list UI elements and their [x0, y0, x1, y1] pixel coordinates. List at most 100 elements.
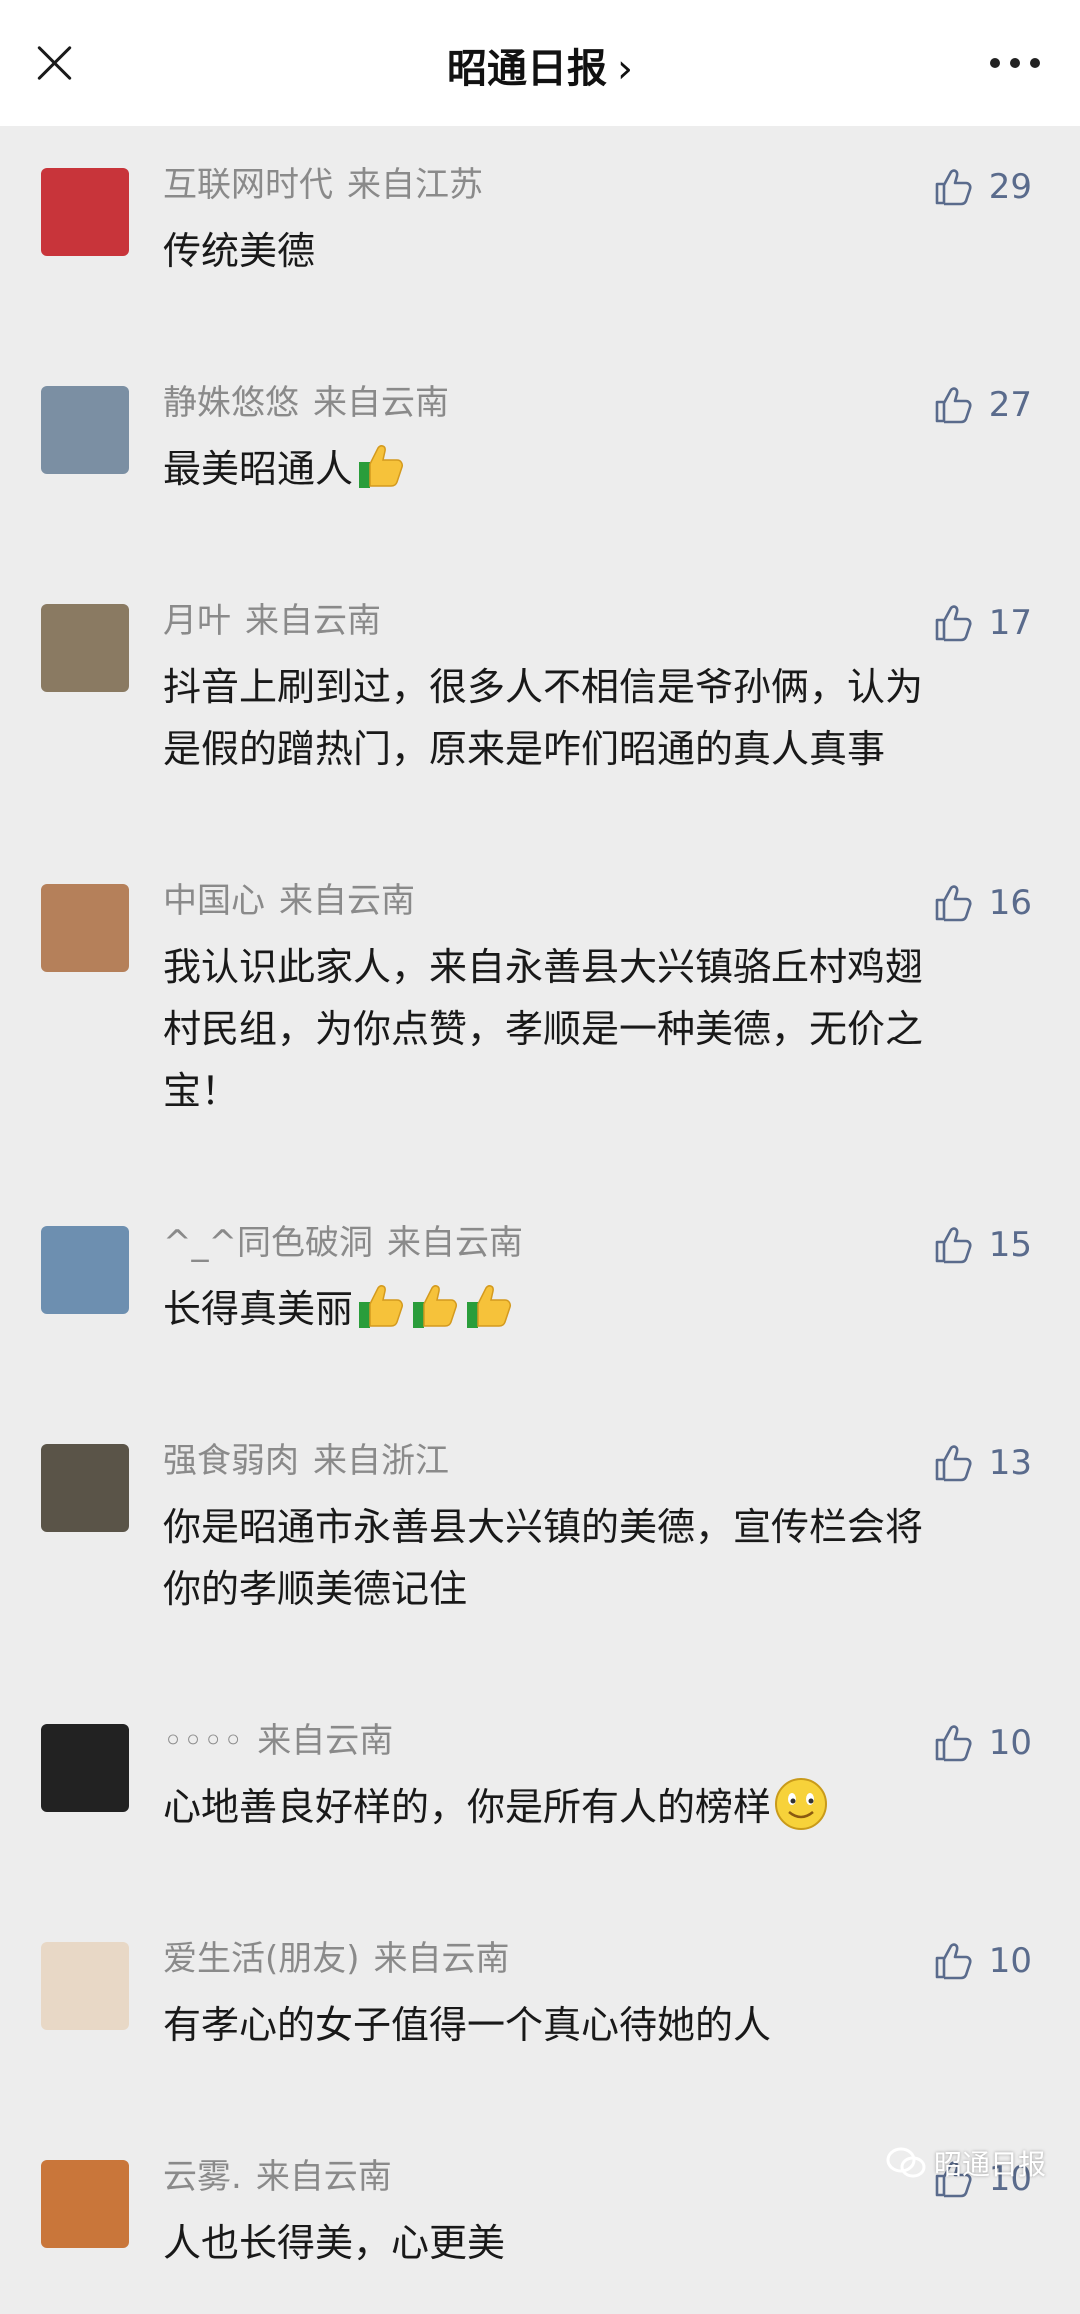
thumbs-up-icon: [931, 383, 989, 427]
commenter-location: 来自云南: [257, 1721, 394, 1761]
thumbs-up-emoji-icon: [359, 1285, 404, 1328]
commenter-location: 来自云南: [313, 383, 449, 423]
comment-text: 传统美德: [163, 220, 930, 282]
comment-text-content: 抖音上刷到过，很多人不相信是爷孙俩，认为是假的蹭热门，原来是咋们昭通的真人真事: [163, 665, 924, 771]
comment-list: 互联网时代 来自江苏 传统美德 29 静姝悠悠 来自云南 最美昭通人 27 月叶 来自云南 抖音上刷…: [0, 126, 1080, 2314]
avatar[interactable]: [41, 884, 129, 972]
comment-text-content: 心地善良好样的，你是所有人的榜样: [163, 1785, 772, 1829]
like-count: 16: [988, 883, 1032, 923]
thumbs-up-icon: [931, 1223, 989, 1267]
comment-text: 你是昭通市永善县大兴镇的美德，宣传栏会将你的孝顺美德记住: [163, 1496, 930, 1620]
commenter-location: 来自云南: [279, 881, 415, 921]
comment-text: 长得真美丽: [163, 1278, 930, 1340]
commenter-location: 来自云南: [373, 1939, 510, 1979]
like-button[interactable]: 27: [931, 380, 1032, 430]
more-options-icon[interactable]: [990, 58, 1040, 70]
comment-meta: 爱生活(朋友) 来自云南: [163, 1900, 930, 1984]
avatar[interactable]: [41, 1226, 129, 1314]
comment-meta: ◦◦◦◦ 来自云南: [163, 1682, 930, 1766]
comment-text: 有孝心的女子值得一个真心待她的人: [163, 1994, 930, 2056]
like-button[interactable]: 10: [931, 1718, 1032, 1768]
commenter-name: 强食弱肉: [163, 1441, 299, 1481]
thumbs-up-icon: [931, 1939, 989, 1983]
comment-item: 互联网时代 来自江苏 传统美德 29: [0, 126, 1080, 344]
comment-item: 月叶 来自云南抖音上刷到过，很多人不相信是爷孙俩，认为是假的蹭热门，原来是咋们昭通…: [0, 562, 1080, 842]
avatar[interactable]: [41, 1724, 129, 1812]
like-button[interactable]: 17: [931, 598, 1032, 648]
like-button[interactable]: 16: [931, 878, 1032, 928]
watermark: 昭通日报: [886, 2143, 1046, 2183]
comment-text: 抖音上刷到过，很多人不相信是爷孙俩，认为是假的蹭热门，原来是咋们昭通的真人真事: [163, 656, 930, 780]
comment-item: 静姝悠悠 来自云南最美昭通人 27: [0, 344, 1080, 562]
thumbs-up-emoji-icon: [359, 445, 404, 488]
commenter-location: 来自江苏: [347, 165, 483, 205]
like-count: 10: [988, 1723, 1032, 1763]
thumbs-up-icon: [931, 881, 989, 925]
comment-text-content: 我认识此家人，来自永善县大兴镇骆丘村鸡翅村民组，为你点赞，孝顺是一种美德，无价之…: [163, 945, 924, 1113]
avatar[interactable]: [41, 168, 129, 256]
commenter-name: 云雾.: [163, 2157, 242, 2197]
comment-text-content: 有孝心的女子值得一个真心待她的人: [163, 2003, 772, 2047]
top-bar: 昭通日报 ›: [0, 0, 1080, 126]
thumbs-up-emoji-icon: [413, 1285, 458, 1328]
like-button[interactable]: 15: [931, 1220, 1032, 1270]
commenter-name: 爱生活(朋友): [163, 1939, 360, 1979]
comment-meta: 静姝悠悠 来自云南: [163, 344, 930, 428]
watermark-text: 昭通日报: [933, 2148, 1046, 2181]
commenter-name: 月叶: [163, 601, 231, 641]
like-count: 13: [988, 1443, 1032, 1483]
like-count: 10: [988, 1941, 1032, 1981]
like-count: 29: [988, 167, 1032, 207]
like-count: 15: [988, 1225, 1032, 1265]
like-button[interactable]: 29: [931, 162, 1032, 212]
commenter-name: 静姝悠悠: [163, 383, 299, 423]
thumbs-up-icon: [931, 1441, 989, 1485]
commenter-location: 来自云南: [386, 1223, 523, 1263]
wechat-logo-icon: [886, 2147, 926, 2178]
comment-meta: 互联网时代 来自江苏: [163, 126, 930, 210]
smile-emoji-icon: [775, 1778, 828, 1830]
comment-text-content: 你是昭通市永善县大兴镇的美德，宣传栏会将你的孝顺美德记住: [163, 1505, 924, 1611]
thumbs-up-icon: [931, 1721, 989, 1765]
like-button[interactable]: 10: [931, 1936, 1032, 1986]
comment-text: 人也长得美，心更美: [163, 2212, 930, 2274]
like-count: 17: [988, 603, 1032, 643]
thumbs-up-icon: [931, 165, 989, 209]
comment-text-content: 长得真美丽: [163, 1287, 354, 1331]
comment-text: 心地善良好样的，你是所有人的榜样: [163, 1776, 930, 1838]
comment-item: 中国心 来自云南我认识此家人，来自永善县大兴镇骆丘村鸡翅村民组，为你点赞，孝顺是一…: [0, 842, 1080, 1184]
comment-meta: 月叶 来自云南: [163, 562, 930, 646]
commenter-location: 来自浙江: [313, 1441, 449, 1481]
comment-meta: 云雾. 来自云南: [163, 2118, 930, 2202]
like-button[interactable]: 13: [931, 1438, 1032, 1488]
commenter-name: ^_^同色破洞: [163, 1223, 373, 1263]
account-title-link[interactable]: 昭通日报 ›: [0, 36, 1080, 94]
comment-meta: ^_^同色破洞 来自云南: [163, 1184, 930, 1268]
avatar[interactable]: [41, 604, 129, 692]
comment-text-content: 最美昭通人: [163, 447, 354, 491]
comment-text: 我认识此家人，来自永善县大兴镇骆丘村鸡翅村民组，为你点赞，孝顺是一种美德，无价之…: [163, 936, 930, 1122]
commenter-name: 中国心: [163, 881, 265, 921]
thumbs-up-icon: [931, 601, 989, 645]
comment-item: ^_^同色破洞 来自云南 长得真美丽 15: [0, 1184, 1080, 1402]
page-title: 昭通日报: [447, 46, 607, 92]
thumbs-up-emoji-icon: [467, 1285, 512, 1328]
avatar[interactable]: [41, 386, 129, 474]
comment-item: 强食弱肉 来自浙江你是昭通市永善县大兴镇的美德，宣传栏会将你的孝顺美德记住 13: [0, 1402, 1080, 1682]
commenter-name: 互联网时代: [163, 165, 333, 205]
comment-item: 爱生活(朋友) 来自云南有孝心的女子值得一个真心待她的人 10: [0, 1900, 1080, 2118]
commenter-location: 来自云南: [245, 601, 381, 641]
avatar[interactable]: [41, 1942, 129, 2030]
comment-text: 最美昭通人: [163, 438, 930, 500]
comment-item: ◦◦◦◦ 来自云南心地善良好样的，你是所有人的榜样 10: [0, 1682, 1080, 1900]
comment-meta: 中国心 来自云南: [163, 842, 930, 926]
comment-meta: 强食弱肉 来自浙江: [163, 1402, 930, 1486]
commenter-name: ◦◦◦◦: [163, 1721, 244, 1761]
avatar[interactable]: [41, 1444, 129, 1532]
chevron-right-icon: ›: [617, 46, 633, 92]
comment-text-content: 传统美德: [163, 229, 316, 273]
avatar[interactable]: [41, 2160, 129, 2248]
commenter-location: 来自云南: [255, 2157, 392, 2197]
like-count: 27: [988, 385, 1032, 425]
comment-text-content: 人也长得美，心更美: [163, 2221, 506, 2265]
